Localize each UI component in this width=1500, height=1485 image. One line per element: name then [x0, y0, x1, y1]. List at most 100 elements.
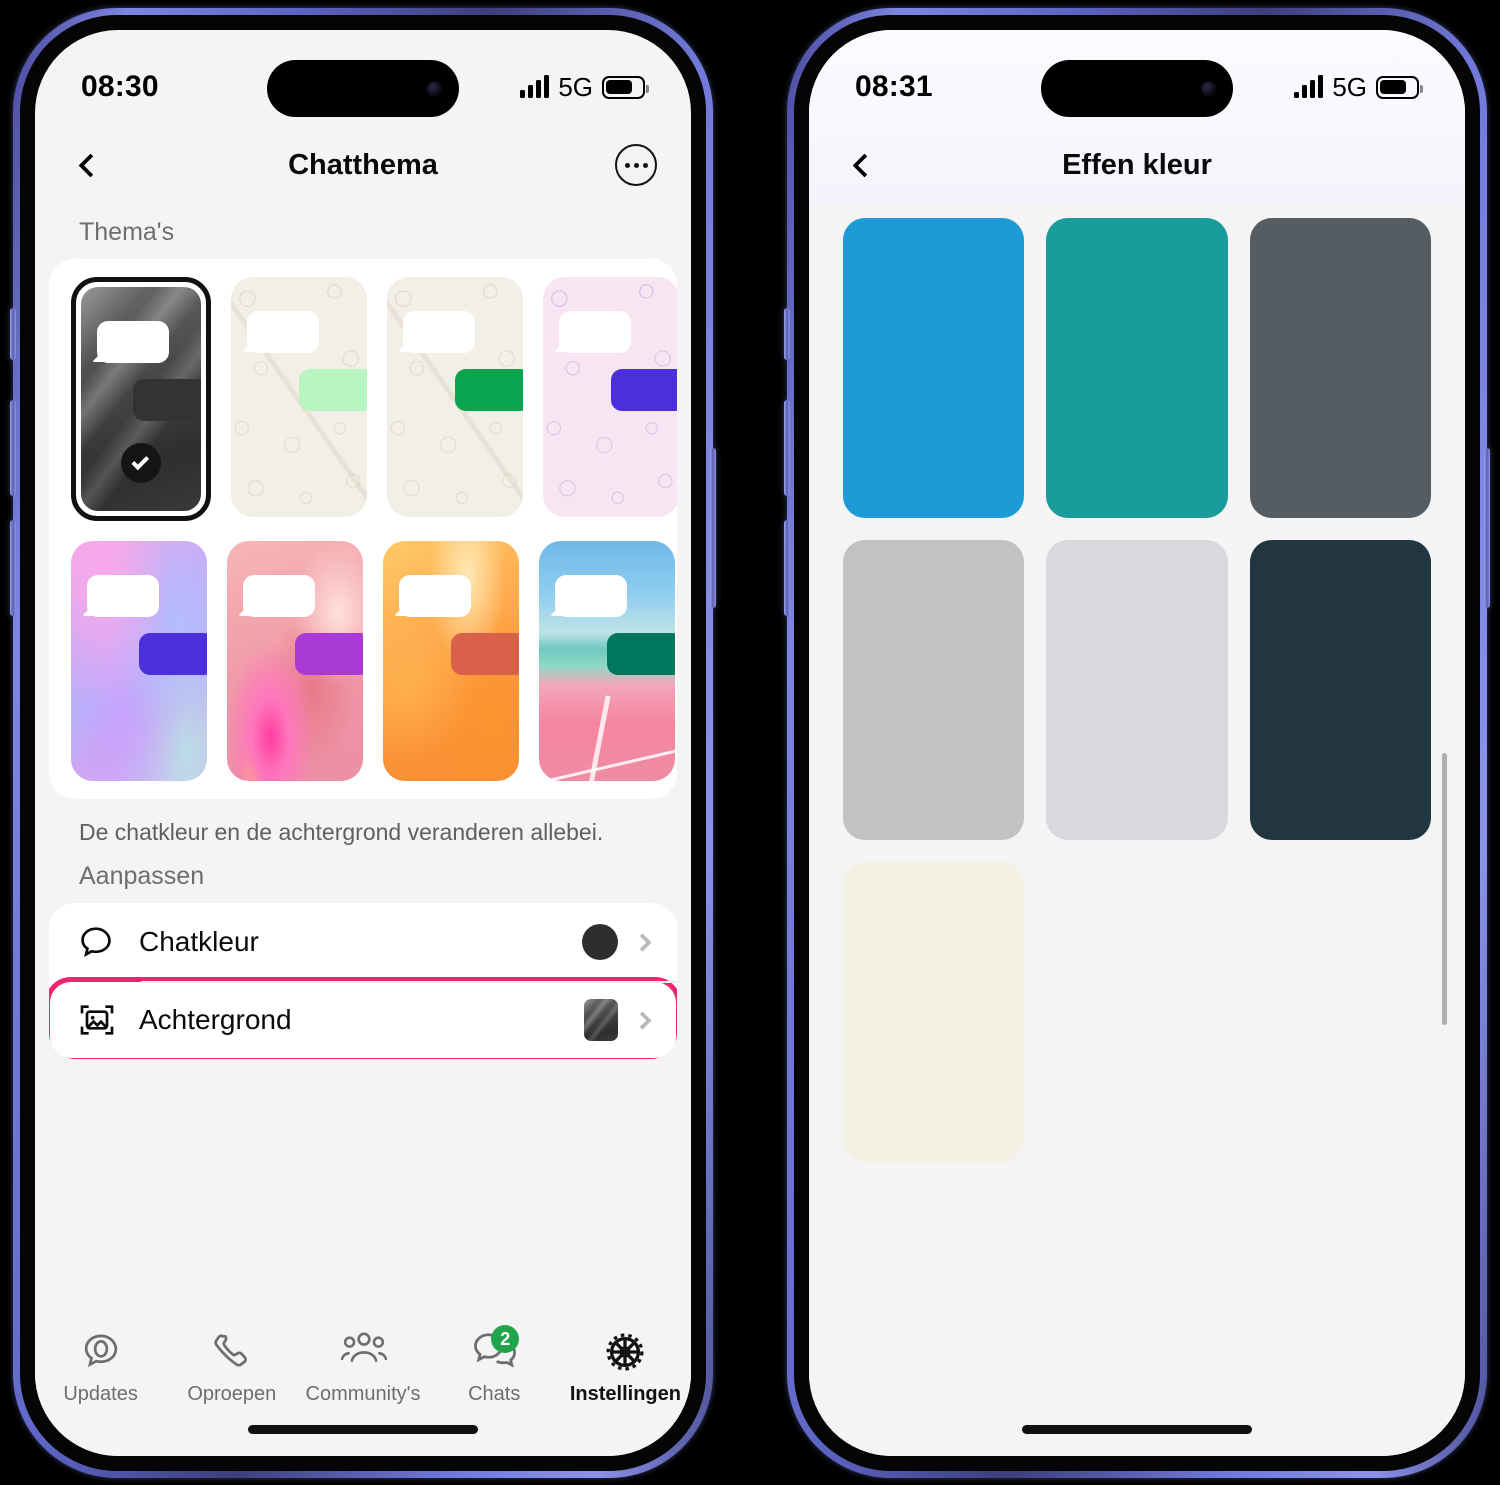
vertical-scrollbar[interactable] [1442, 230, 1447, 1276]
outgoing-bubble [139, 633, 207, 675]
incoming-bubble [403, 311, 475, 353]
phone-bezel-left: 08:30 5G Chatthema Thema's De chatkleur … [20, 15, 706, 1471]
color-swatch-grid [843, 204, 1431, 1162]
outgoing-bubble [295, 633, 363, 675]
battery-icon [602, 75, 649, 99]
network-type-label: 5G [1332, 71, 1367, 102]
swatch-sky-blue[interactable] [843, 218, 1025, 518]
chevron-right-icon [633, 932, 652, 952]
page-title: Effen kleur [1062, 148, 1212, 181]
chats-unread-badge: 2 [491, 1325, 520, 1353]
swatch-cream[interactable] [843, 862, 1025, 1162]
customize-list: Chatkleur Achtergrond [49, 903, 677, 1060]
theme-beach[interactable] [539, 541, 675, 781]
dynamic-island [267, 60, 459, 117]
swatch-teal[interactable] [1046, 218, 1228, 518]
theme-doodle-green[interactable] [231, 277, 367, 517]
tab-communities[interactable]: Community's [297, 1330, 428, 1406]
solid-color-scroll-area[interactable] [809, 30, 1465, 1456]
more-options-button[interactable] [615, 144, 657, 186]
incoming-bubble [243, 575, 315, 617]
swatch-light-gray[interactable] [843, 540, 1025, 840]
volume-up-button[interactable] [784, 400, 790, 496]
tab-label: Community's [305, 1383, 421, 1405]
header-solid-color: 08:31 5G Effen kleur [809, 30, 1465, 204]
theme-doodle-default[interactable] [387, 277, 523, 517]
updates-icon [78, 1330, 124, 1374]
swatch-dark-navy[interactable] [1249, 540, 1431, 840]
back-button[interactable] [69, 144, 111, 186]
cellular-bars-icon [520, 75, 550, 98]
tab-chats[interactable]: 2 Chats [429, 1325, 560, 1406]
outgoing-bubble [607, 633, 675, 675]
home-indicator [248, 1425, 478, 1434]
cellular-bars-icon [1294, 75, 1324, 98]
chat-bubble-icon [77, 923, 123, 961]
theme-orange-silk[interactable] [383, 541, 519, 781]
outgoing-bubble [455, 369, 523, 411]
power-button[interactable] [1484, 448, 1490, 608]
incoming-bubble [247, 311, 319, 353]
back-button[interactable] [843, 144, 885, 186]
tab-label: Updates [63, 1383, 138, 1405]
theme-flower-pink[interactable] [227, 541, 363, 781]
action-button[interactable] [784, 308, 790, 360]
customize-section-label: Aanpassen [79, 862, 205, 891]
background-thumbnail [584, 999, 618, 1042]
phone-icon [209, 1330, 255, 1374]
scrollbar-thumb[interactable] [1442, 753, 1447, 1025]
front-camera-icon [1201, 81, 1216, 96]
screen-solid-color: 08:31 5G Effen kleur [809, 30, 1465, 1456]
battery-icon [1376, 75, 1423, 99]
settings-gear-icon [602, 1330, 648, 1374]
phone-device-left: 08:30 5G Chatthema Thema's De chatkleur … [10, 8, 716, 1478]
image-icon [77, 1000, 123, 1040]
incoming-bubble [87, 575, 159, 617]
phone-bezel-right: 08:31 5G Effen kleur [794, 15, 1480, 1471]
ellipsis-icon [624, 162, 630, 168]
page-title: Chatthema [288, 148, 438, 181]
volume-up-button[interactable] [10, 400, 16, 496]
incoming-bubble [555, 575, 627, 617]
tab-updates[interactable]: Updates [35, 1330, 166, 1406]
theme-holographic[interactable] [71, 541, 207, 781]
themes-caption: De chatkleur en de achtergrond verandere… [79, 819, 604, 845]
phone-device-right: 08:31 5G Effen kleur [784, 8, 1490, 1478]
incoming-bubble [559, 311, 631, 353]
incoming-bubble [399, 575, 471, 617]
status-time: 08:31 [855, 70, 933, 103]
theme-dark-sand[interactable] [71, 277, 211, 521]
chat-theme-body: Thema's De chatkleur en de achtergrond v… [35, 204, 691, 1456]
tab-label: Oproepen [187, 1383, 277, 1405]
row-chat-color[interactable]: Chatkleur [49, 903, 677, 982]
tab-bar: Updates Oproepen Community's 2 Chats Ins… [35, 1316, 691, 1456]
outgoing-bubble [451, 633, 519, 675]
outgoing-bubble [133, 379, 201, 421]
theme-preview [81, 287, 201, 511]
volume-down-button[interactable] [784, 520, 790, 616]
tab-settings[interactable]: Instellingen [560, 1330, 691, 1406]
network-type-label: 5G [558, 71, 593, 102]
theme-doodle-purple[interactable] [543, 277, 677, 517]
themes-row-2 [71, 541, 677, 781]
themes-row-1 [71, 277, 677, 521]
outgoing-bubble [299, 369, 367, 411]
chats-icon: 2 [471, 1325, 520, 1374]
incoming-bubble [97, 321, 169, 363]
screen-chat-theme: 08:30 5G Chatthema Thema's De chatkleur … [35, 30, 691, 1456]
row-background[interactable]: Achtergrond [49, 977, 677, 1060]
communities-icon [340, 1330, 388, 1374]
dynamic-island [1041, 60, 1233, 117]
chat-color-swatch [582, 924, 618, 961]
row-label: Achtergrond [139, 1004, 292, 1036]
action-button[interactable] [10, 308, 16, 360]
swatch-pale-gray[interactable] [1046, 540, 1228, 840]
volume-down-button[interactable] [10, 520, 16, 616]
selected-check-icon [121, 443, 161, 483]
tab-label: Chats [468, 1383, 521, 1405]
themes-grid [49, 259, 677, 799]
power-button[interactable] [710, 448, 716, 608]
chevron-left-icon [851, 152, 877, 178]
swatch-slate-gray[interactable] [1249, 218, 1431, 518]
tab-calls[interactable]: Oproepen [166, 1330, 297, 1406]
